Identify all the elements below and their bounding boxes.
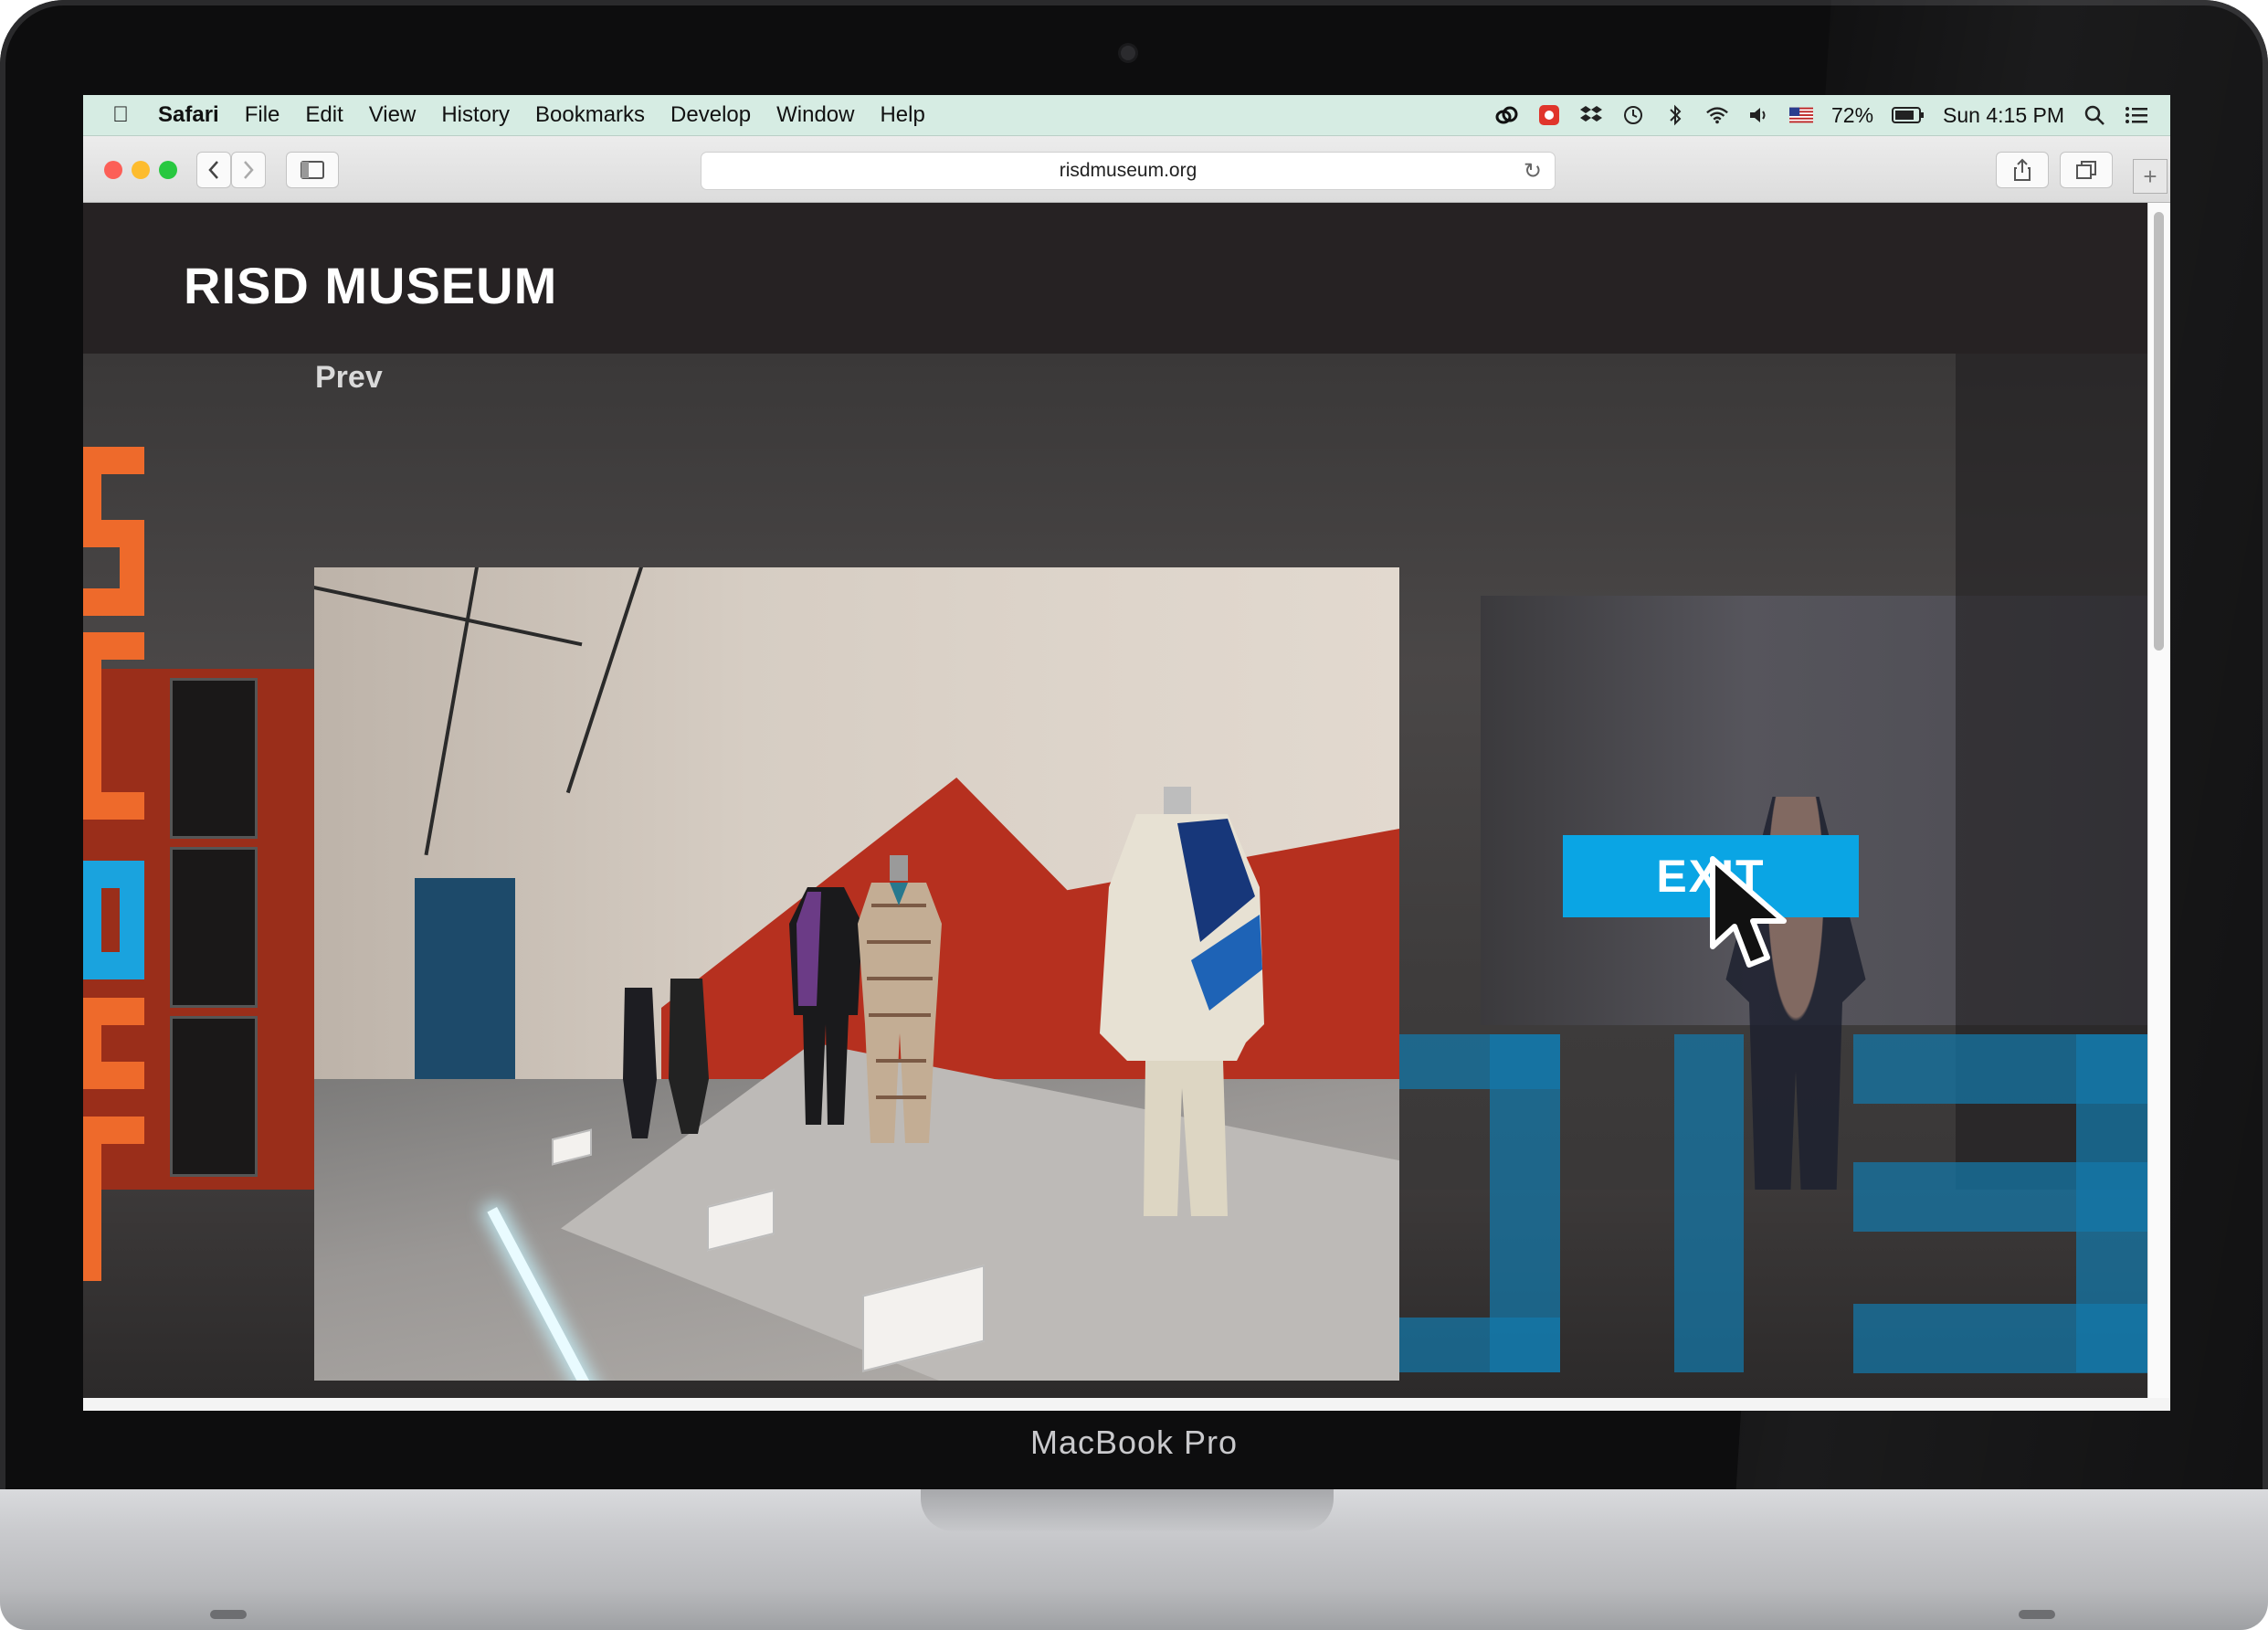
mouse-pointer-icon — [1710, 856, 1787, 968]
battery-icon[interactable] — [1892, 103, 1925, 127]
minimize-window-button[interactable] — [132, 161, 150, 179]
close-window-button[interactable] — [104, 161, 122, 179]
forward-button[interactable] — [231, 152, 266, 188]
menu-item-help[interactable]: Help — [880, 102, 924, 128]
menu-clock[interactable]: Sun 4:15 PM — [1943, 103, 2064, 128]
decorative-orange-bar — [120, 547, 144, 588]
reload-icon[interactable]: ↻ — [1524, 158, 1542, 185]
new-tab-button[interactable]: + — [2133, 159, 2168, 194]
window-bottom-edge — [83, 1398, 2170, 1411]
menu-item-file[interactable]: File — [245, 102, 280, 128]
apple-icon[interactable]:  — [111, 102, 131, 128]
decorative-blue-bar — [120, 888, 144, 952]
decorative-orange-bar — [83, 474, 101, 520]
time-machine-icon[interactable] — [1621, 103, 1645, 127]
menu-item-bookmarks[interactable]: Bookmarks — [535, 102, 645, 128]
volume-icon[interactable] — [1747, 103, 1771, 127]
decorative-orange-bar — [83, 632, 144, 660]
address-url: risdmuseum.org — [1059, 160, 1197, 181]
menu-item-history[interactable]: History — [441, 102, 510, 128]
screen:  Safari File Edit View History Bookmark… — [83, 95, 2170, 1411]
decorative-blue-shape — [1399, 1318, 1560, 1372]
decorative-blue-bar — [83, 952, 144, 979]
notification-center-icon[interactable] — [2125, 103, 2148, 127]
laptop-brand-label: MacBook Pro — [1029, 1424, 1239, 1461]
menu-app-name[interactable]: Safari — [158, 102, 219, 128]
web-page: RISD MUSEUM Prev — [83, 203, 2147, 1398]
background-artwork — [170, 1016, 258, 1177]
site-logo[interactable]: RISD MUSEUM — [184, 256, 557, 315]
decorative-orange-bar — [83, 447, 144, 474]
decorative-orange-bar — [83, 1062, 144, 1089]
decorative-orange-bar — [83, 1117, 144, 1144]
mannequin-striped-cardigan — [1100, 787, 1264, 1216]
wifi-icon[interactable] — [1705, 103, 1729, 127]
decorative-blue-shape — [2076, 1034, 2147, 1372]
background-artwork — [170, 847, 258, 1008]
bluetooth-icon[interactable] — [1663, 103, 1687, 127]
decorative-blue-bar — [83, 888, 101, 952]
menu-item-develop[interactable]: Develop — [670, 102, 751, 128]
laptop-hinge-notch — [921, 1489, 1334, 1531]
chevron-right-icon — [244, 161, 254, 179]
creative-cloud-icon[interactable] — [1495, 103, 1519, 127]
site-header: RISD MUSEUM — [83, 203, 2147, 354]
address-bar[interactable]: risdmuseum.org ↻ — [701, 152, 1556, 190]
mannequin-distant-pair — [623, 979, 709, 1138]
menu-bar:  Safari File Edit View History Bookmark… — [83, 95, 2170, 136]
tabs-icon — [2076, 161, 2096, 179]
menu-item-window[interactable]: Window — [776, 102, 854, 128]
sidebar-toggle-button[interactable] — [286, 152, 339, 188]
browser-toolbar: risdmuseum.org ↻ — [83, 136, 2170, 203]
decorative-orange-bar — [83, 660, 101, 806]
back-button[interactable] — [196, 152, 231, 188]
mannequin-plaid-suit — [858, 855, 942, 1143]
decorative-orange-bar — [83, 998, 144, 1025]
chevron-left-icon — [208, 161, 218, 179]
zoom-window-button[interactable] — [159, 161, 177, 179]
dropbox-icon[interactable] — [1579, 103, 1603, 127]
decorative-blue-bar — [83, 861, 144, 888]
laptop-foot — [2019, 1610, 2055, 1619]
sidebar-icon — [301, 161, 324, 179]
decorative-orange-bar — [83, 792, 144, 820]
spotlight-search-icon[interactable] — [2083, 103, 2106, 127]
prev-link[interactable]: Prev — [315, 360, 383, 396]
decorative-orange-bar — [83, 1025, 101, 1062]
background-artwork — [170, 678, 258, 839]
laptop-foot — [210, 1610, 247, 1619]
menu-item-view[interactable]: View — [369, 102, 417, 128]
camera-icon — [1121, 46, 1135, 60]
gallery-photo — [314, 567, 1399, 1381]
show-tabs-button[interactable] — [2060, 152, 2113, 188]
status-tray: 72% Sun 4:15 PM — [1495, 95, 2148, 135]
us-flag-icon[interactable] — [1788, 103, 1813, 127]
decorative-orange-bar — [83, 588, 144, 616]
menu-item-edit[interactable]: Edit — [305, 102, 343, 128]
scrollbar-thumb[interactable] — [2154, 212, 2164, 651]
battery-percent[interactable]: 72% — [1831, 103, 1873, 128]
record-icon[interactable] — [1537, 103, 1561, 127]
decorative-blue-shape — [1674, 1034, 1744, 1372]
share-button[interactable] — [1996, 152, 2049, 188]
decorative-orange-bar — [83, 520, 144, 547]
share-icon — [2014, 158, 2031, 181]
